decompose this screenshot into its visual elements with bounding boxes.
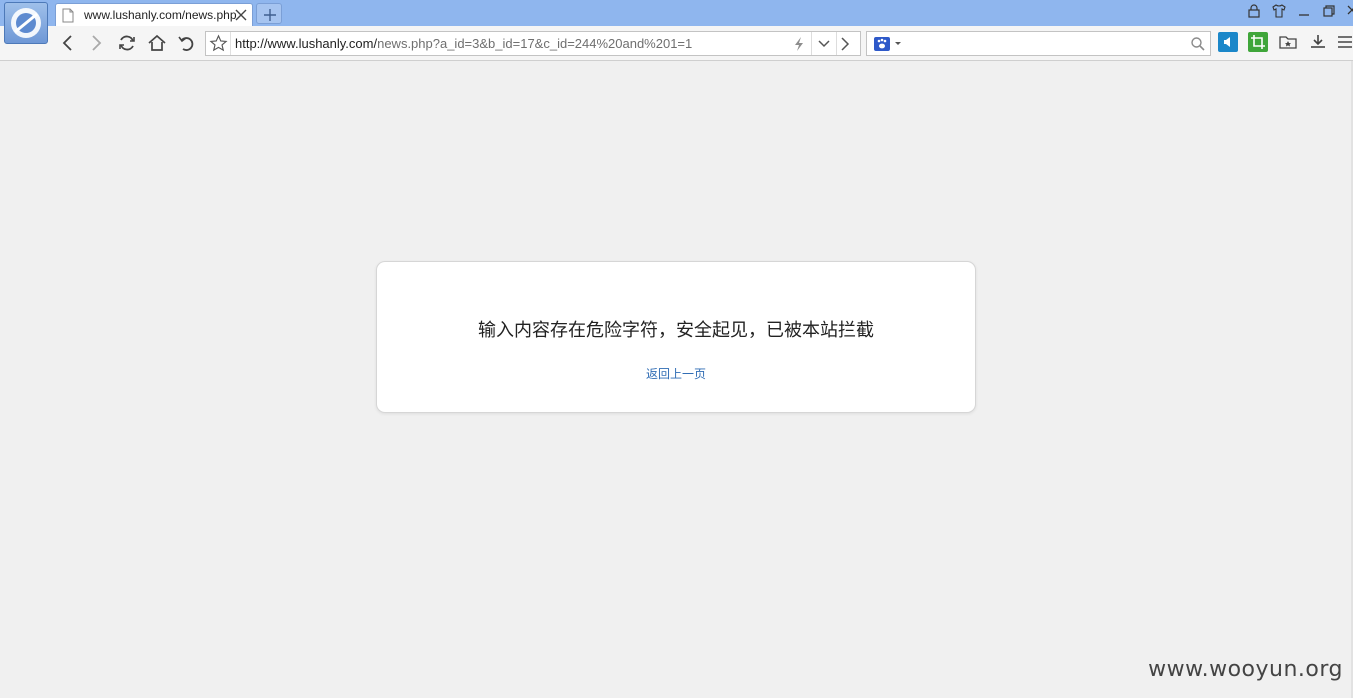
restore-icon[interactable] xyxy=(1321,3,1337,19)
forward-arrow-icon xyxy=(92,35,102,51)
new-tab-button[interactable] xyxy=(256,3,282,24)
search-input[interactable] xyxy=(907,34,1191,55)
home-icon xyxy=(148,34,166,51)
bookmark-star-icon[interactable] xyxy=(209,34,228,53)
favorites-folder-icon[interactable] xyxy=(1278,32,1298,52)
minimize-icon[interactable] xyxy=(1296,3,1312,19)
tab-close-icon[interactable] xyxy=(234,8,248,22)
undo-icon xyxy=(178,36,194,51)
blocked-message: 输入内容存在危险字符，安全起见，已被本站拦截 xyxy=(478,320,874,341)
menu-hamburger-icon[interactable] xyxy=(1336,32,1353,52)
browser-window: www.lushanly.com/news.php http://www.lus… xyxy=(0,0,1353,698)
tab-active[interactable]: www.lushanly.com/news.php xyxy=(55,3,253,26)
lightning-icon[interactable] xyxy=(793,36,805,52)
undo-close-button[interactable] xyxy=(176,33,198,53)
forward-button[interactable] xyxy=(85,33,107,53)
address-bar[interactable]: http://www.lushanly.com/news.php?a_id=3&… xyxy=(205,31,861,56)
back-button[interactable] xyxy=(57,33,79,53)
history-dropdown-button[interactable] xyxy=(811,32,837,55)
refresh-button[interactable] xyxy=(116,33,138,53)
url-path: news.php?a_id=3&b_id=17&c_id=244%20and%2… xyxy=(377,36,693,51)
search-icon[interactable] xyxy=(1190,36,1206,52)
search-box[interactable] xyxy=(866,31,1211,56)
navigation-toolbar: http://www.lushanly.com/news.php?a_id=3&… xyxy=(0,26,1353,61)
address-divider xyxy=(230,32,231,55)
watermark: www.wooyun.org xyxy=(1148,657,1343,682)
back-arrow-icon xyxy=(62,35,72,51)
tab-title: www.lushanly.com/news.php xyxy=(84,8,237,22)
page-content: 输入内容存在危险字符，安全起见，已被本站拦截 返回上一页 xyxy=(0,61,1353,698)
home-button[interactable] xyxy=(146,33,168,53)
page-icon xyxy=(62,8,74,23)
warning-card: 输入内容存在危险字符，安全起见，已被本站拦截 返回上一页 xyxy=(376,261,976,413)
screenshot-crop-icon[interactable] xyxy=(1248,32,1268,52)
plus-icon xyxy=(264,9,276,21)
lock-icon[interactable] xyxy=(1246,3,1262,19)
skin-shirt-icon[interactable] xyxy=(1271,3,1287,19)
back-link[interactable]: 返回上一页 xyxy=(377,365,975,382)
chevron-down-icon xyxy=(818,40,830,48)
go-chevron-right-icon[interactable] xyxy=(838,35,852,53)
url-text[interactable]: http://www.lushanly.com/news.php?a_id=3&… xyxy=(235,36,692,51)
close-window-icon[interactable] xyxy=(1343,3,1353,19)
download-icon[interactable] xyxy=(1308,32,1328,52)
refresh-icon xyxy=(119,35,135,51)
url-host: http://www.lushanly.com/ xyxy=(235,36,378,51)
browser-logo-icon[interactable] xyxy=(4,2,48,44)
speaker-extension-icon[interactable] xyxy=(1218,32,1238,52)
tab-strip: www.lushanly.com/news.php xyxy=(0,0,1353,44)
search-engine-paw-icon[interactable] xyxy=(874,37,890,51)
caret-down-icon[interactable] xyxy=(894,37,902,49)
